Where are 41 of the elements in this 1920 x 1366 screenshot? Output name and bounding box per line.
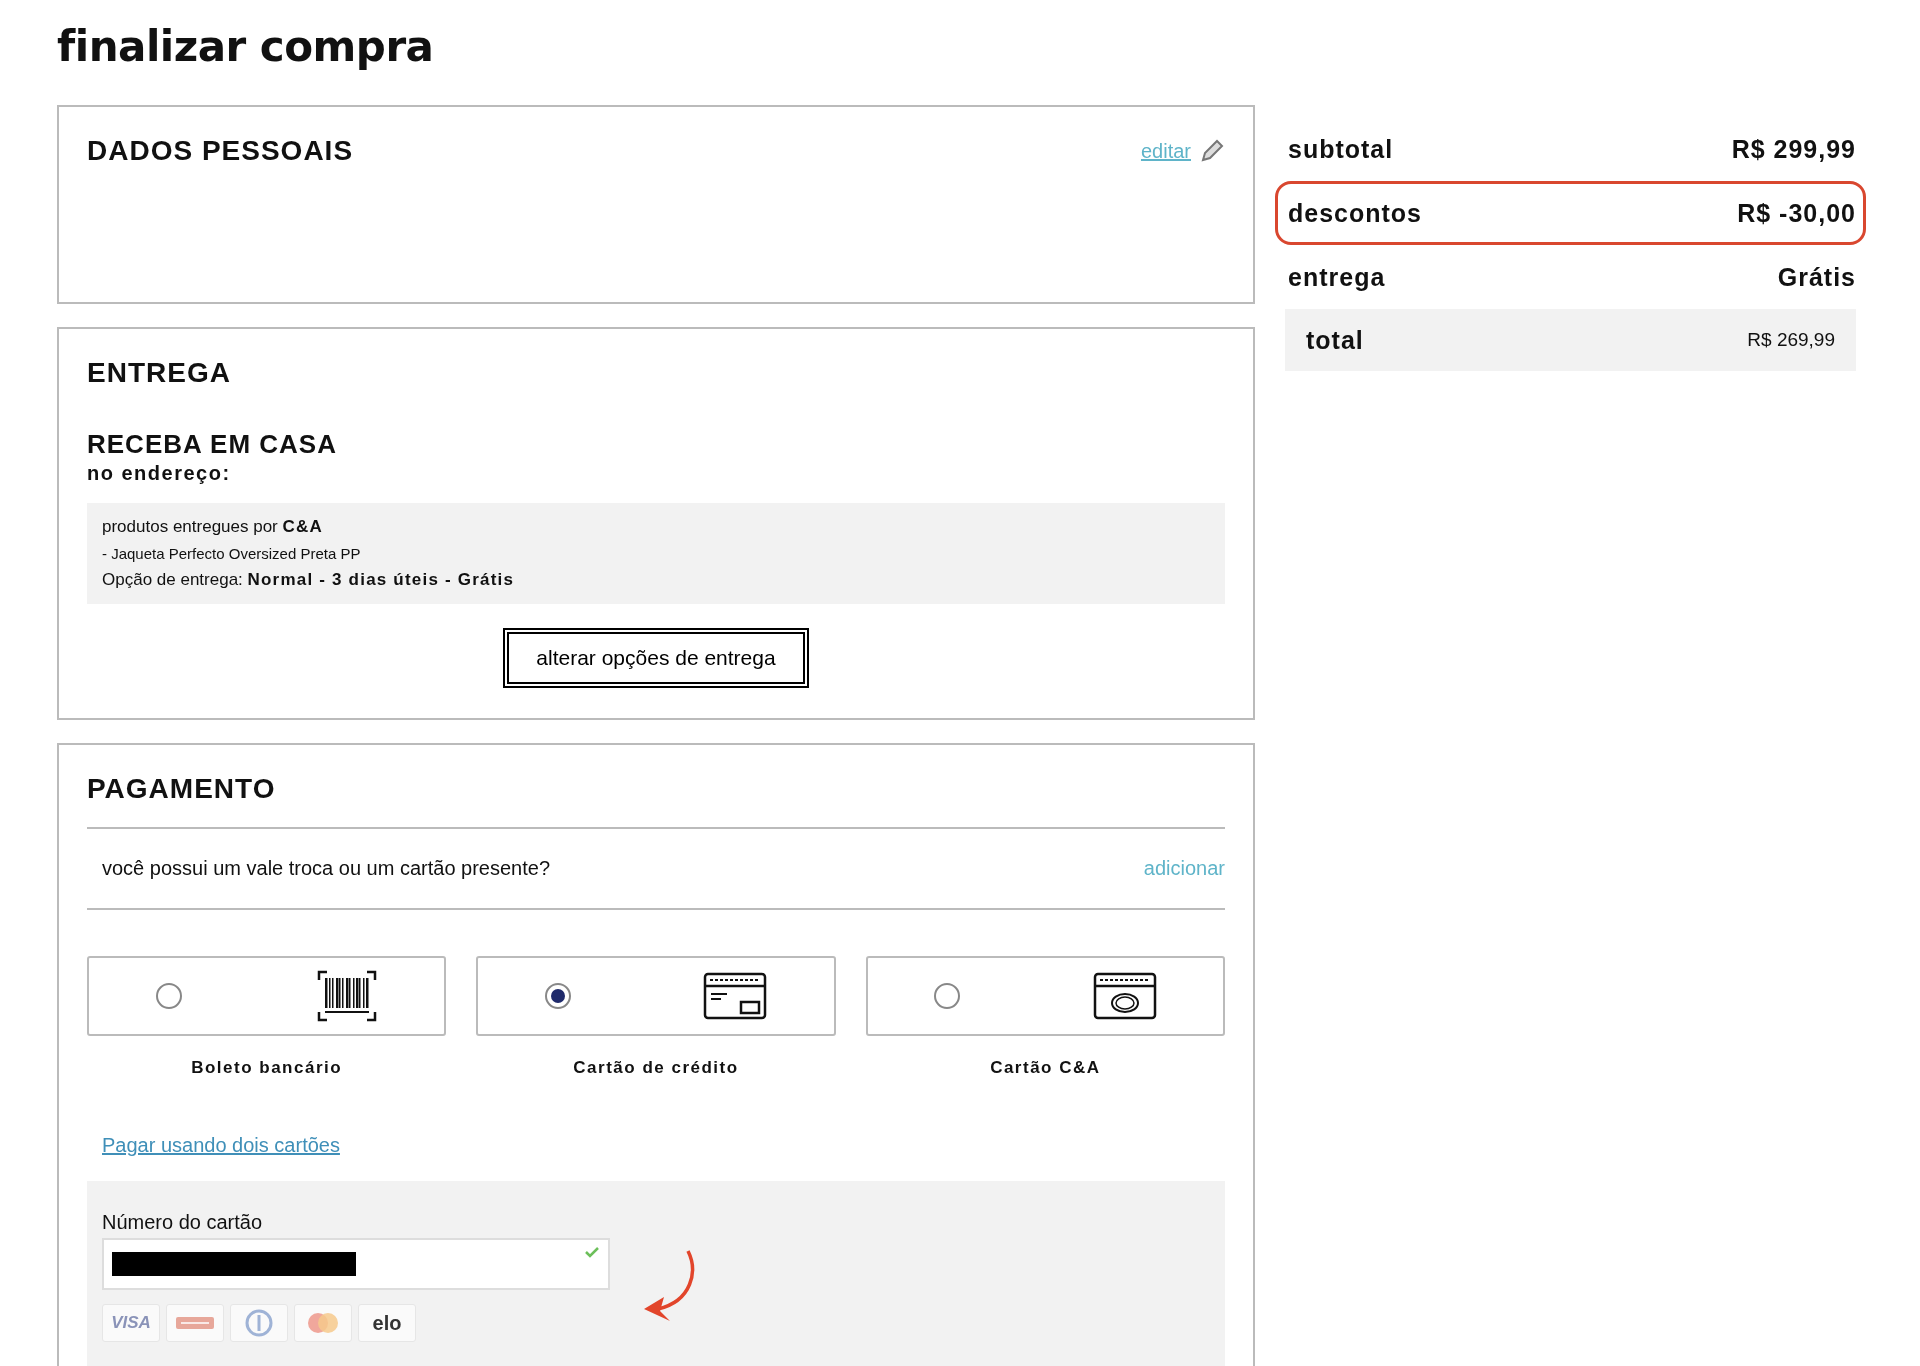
page-title: finalizar compra bbox=[57, 22, 434, 71]
brand-wordmark: VISA bbox=[111, 1313, 151, 1333]
summary-value: Grátis bbox=[1777, 262, 1856, 292]
gift-card-question: você possui um vale troca ou um cartão presente? bbox=[102, 857, 551, 880]
brand-logo-icon bbox=[244, 1309, 274, 1337]
payment-option-label: Boleto bancário bbox=[191, 1058, 343, 1078]
payment-option-label: Cartão de crédito bbox=[573, 1058, 739, 1078]
edit-link[interactable]: editar bbox=[1140, 139, 1191, 163]
summary-value: R$ 299,99 bbox=[1731, 134, 1856, 164]
summary-label: descontos bbox=[1288, 198, 1423, 228]
total-label: total bbox=[1306, 325, 1364, 355]
summary-label: subtotal bbox=[1288, 134, 1394, 164]
summary-value: R$ -30,00 bbox=[1737, 198, 1856, 228]
brand-logo-icon bbox=[305, 1311, 341, 1335]
section-heading: DADOS PESSOAIS bbox=[87, 135, 354, 167]
payment-option-card[interactable] bbox=[87, 956, 447, 1036]
delivery-method-heading: RECEBA EM CASA bbox=[87, 429, 337, 460]
barcode-icon bbox=[317, 970, 377, 1022]
summary-label: entrega bbox=[1288, 262, 1386, 292]
section-heading: ENTREGA bbox=[87, 357, 231, 389]
total-value: R$ 269,99 bbox=[1747, 329, 1835, 351]
seller-text: produtos entregues por C&A bbox=[102, 517, 323, 537]
add-link[interactable]: adicionar bbox=[1143, 857, 1225, 880]
brand-wordmark: elo bbox=[372, 1311, 402, 1335]
payment-option-card[interactable] bbox=[476, 956, 836, 1036]
payment-option-card[interactable] bbox=[865, 956, 1225, 1036]
pencil-icon[interactable] bbox=[1199, 138, 1225, 164]
two-cards-link[interactable]: Pagar usando dois cartões bbox=[102, 1134, 340, 1156]
item-text: - Jaqueta Perfecto Oversized Preta PP bbox=[102, 545, 361, 562]
section-heading: PAGAMENTO bbox=[87, 773, 276, 805]
radio-button[interactable] bbox=[544, 983, 571, 1009]
field-label: Número do cartão bbox=[102, 1211, 264, 1234]
payment-option-label: Cartão C&A bbox=[990, 1058, 1101, 1078]
radio-button[interactable] bbox=[934, 983, 960, 1009]
store-card-icon bbox=[1092, 972, 1157, 1020]
brand-logo-icon bbox=[175, 1315, 215, 1331]
delivery-option-text: Opção de entrega: Normal - 3 dias úteis - Grátis bbox=[102, 570, 515, 590]
card-number-field[interactable] bbox=[102, 1238, 610, 1290]
address-label: no endereço: bbox=[87, 462, 231, 485]
radio-button[interactable] bbox=[156, 983, 183, 1009]
credit-card-icon bbox=[703, 972, 768, 1020]
